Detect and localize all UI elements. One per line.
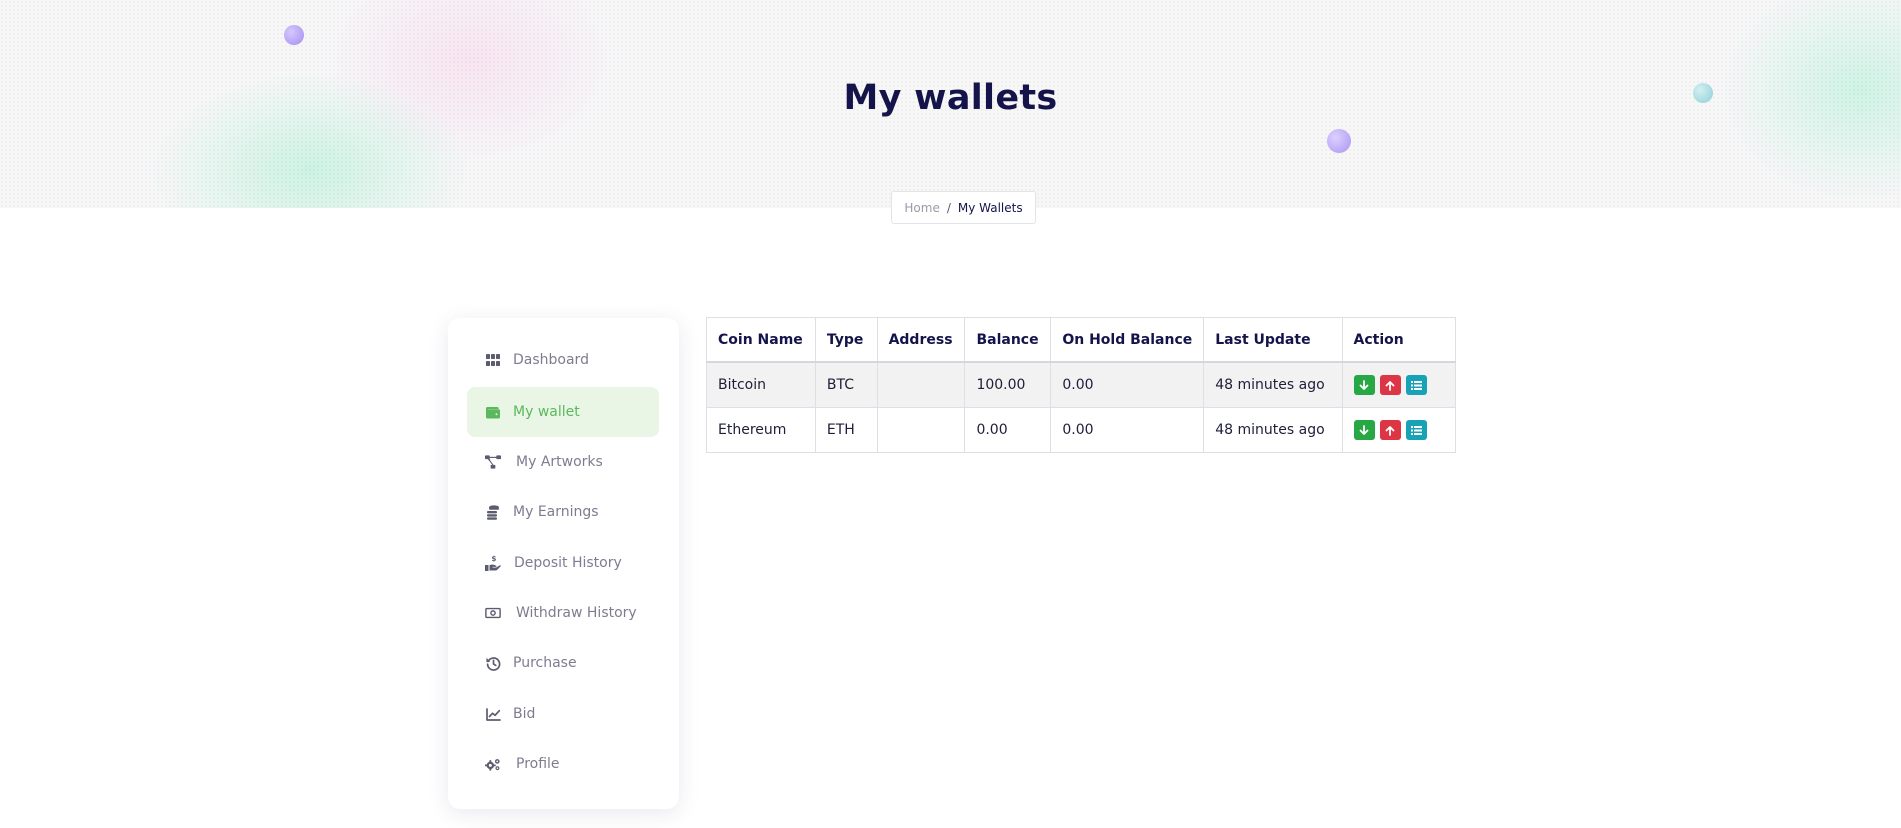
breadcrumb-separator: / [946,200,951,215]
column-header-on-hold-balance: On Hold Balance [1050,317,1205,363]
sidebar-item-bid[interactable]: Bid [467,689,659,739]
column-header-balance: Balance [964,317,1052,363]
wallet-icon [485,404,501,420]
sidebar-item-label: Dashboard [513,352,589,368]
coins-icon [485,504,501,520]
on-hold-balance-cell: 0.00 [1050,361,1205,408]
sidebar-item-deposit-history[interactable]: $ Deposit History [467,538,659,588]
coin-name-cell: Ethereum [706,407,816,453]
sidebar-item-purchase[interactable]: Purchase [467,638,659,688]
action-cell [1341,361,1457,408]
address-cell [876,407,966,453]
address-cell [876,361,966,408]
on-hold-balance-cell: 0.00 [1050,407,1205,453]
type-cell: BTC [814,361,878,408]
sidebar-item-label: Purchase [513,655,577,671]
sidebar-item-withdraw-history[interactable]: Withdraw History [467,588,659,638]
sidebar-item-label: My Earnings [513,504,599,520]
coin-name-cell: Bitcoin [706,361,816,408]
sidebar-item-label: Deposit History [514,555,622,571]
network-icon [485,454,501,470]
transactions-list-button[interactable] [1405,375,1427,395]
breadcrumb: Home / My Wallets [891,191,1036,224]
decorative-bubble [1327,129,1351,153]
arrow-up-icon [1385,425,1395,436]
sidebar-item-label: Withdraw History [516,605,637,621]
money-bill-icon [485,605,501,621]
sidebar-item-label: My wallet [513,404,580,420]
table-row: Ethereum ETH 0.00 0.00 48 minutes ago [706,407,1457,453]
type-cell: ETH [814,407,878,453]
arrow-down-icon [1359,379,1369,390]
column-header-address: Address [876,317,966,363]
balance-cell: 0.00 [964,407,1052,453]
list-icon [1410,425,1422,435]
arrow-down-icon [1359,424,1369,435]
sidebar: Dashboard My wallet My Artworks My Earni… [448,318,679,809]
sidebar-item-label: Bid [513,706,536,722]
withdraw-button[interactable] [1379,375,1401,395]
column-header-action: Action [1341,317,1457,363]
sidebar-item-dashboard[interactable]: Dashboard [467,335,659,385]
withdraw-button[interactable] [1379,420,1401,440]
breadcrumb-current: My Wallets [957,200,1023,215]
sidebar-item-my-artworks[interactable]: My Artworks [467,437,659,487]
deposit-button[interactable] [1353,420,1375,440]
wallets-table: Coin Name Type Address Balance On Hold B… [706,317,1457,453]
decorative-bubble [284,25,304,45]
last-update-cell: 48 minutes ago [1203,407,1343,453]
gears-icon [485,756,501,772]
column-header-type: Type [814,317,878,363]
table-header-row: Coin Name Type Address Balance On Hold B… [706,317,1457,363]
chart-line-icon [485,706,501,722]
column-header-coin-name: Coin Name [706,317,816,363]
last-update-cell: 48 minutes ago [1203,361,1343,408]
deposit-button[interactable] [1353,375,1375,395]
arrow-up-icon [1385,380,1395,391]
column-header-last-update: Last Update [1203,317,1343,363]
svg-text:$: $ [492,555,497,563]
sidebar-item-my-earnings[interactable]: My Earnings [467,487,659,537]
grid-icon [485,352,501,368]
list-icon [1410,380,1422,390]
breadcrumb-home-link[interactable]: Home [904,201,939,215]
sidebar-item-profile[interactable]: Profile [467,739,659,789]
sidebar-item-my-wallet[interactable]: My wallet [467,387,659,437]
balance-cell: 100.00 [964,361,1052,408]
hand-dollar-icon: $ [485,555,501,571]
sidebar-item-label: My Artworks [516,454,603,470]
page-title: My wallets [843,78,1058,118]
transactions-list-button[interactable] [1405,420,1427,440]
table-row: Bitcoin BTC 100.00 0.00 48 minutes ago [706,361,1457,408]
action-cell [1341,407,1457,453]
history-icon [485,655,501,671]
sidebar-item-label: Profile [516,756,560,772]
